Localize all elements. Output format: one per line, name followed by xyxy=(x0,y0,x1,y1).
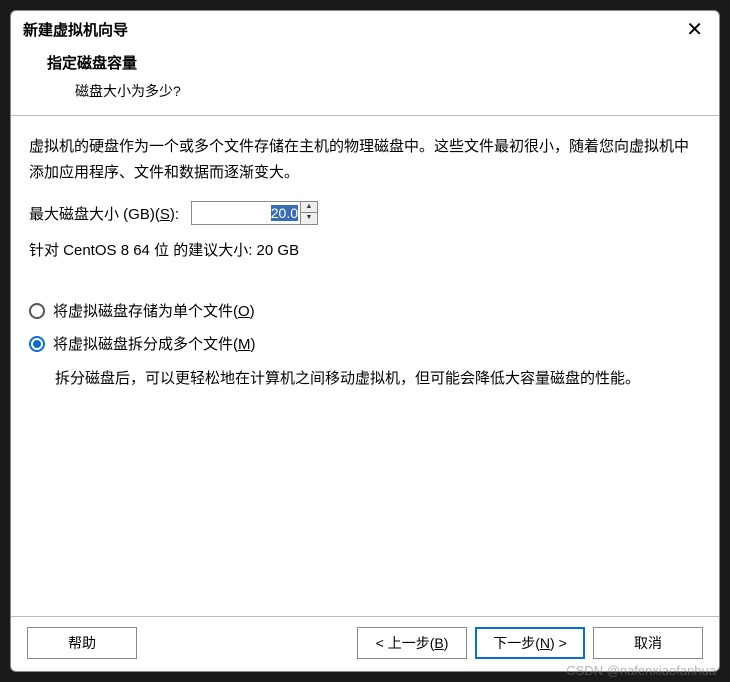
page-subtitle: 磁盘大小为多少? xyxy=(47,81,707,101)
max-disk-size-label: 最大磁盘大小 (GB)(S): xyxy=(29,203,179,224)
radio-icon xyxy=(29,336,45,352)
radio-split-files-label: 将虚拟磁盘拆分成多个文件(M) xyxy=(53,333,256,354)
description-text: 虚拟机的硬盘作为一个或多个文件存储在主机的物理磁盘中。这些文件最初很小，随着您向… xyxy=(29,134,701,185)
spinner-controls: ▲ ▼ xyxy=(300,202,317,224)
titlebar: 新建虚拟机向导 ✕ xyxy=(11,11,719,44)
wizard-window: 新建虚拟机向导 ✕ 指定磁盘容量 磁盘大小为多少? 虚拟机的硬盘作为一个或多个文… xyxy=(10,10,720,672)
disk-storage-radiogroup: 将虚拟磁盘存储为单个文件(O) 将虚拟磁盘拆分成多个文件(M) 拆分磁盘后，可以… xyxy=(29,300,701,392)
recommended-size-text: 针对 CentOS 8 64 位 的建议大小: 20 GB xyxy=(29,239,701,260)
next-button[interactable]: 下一步(N) > xyxy=(475,627,585,659)
spinner-up-icon[interactable]: ▲ xyxy=(301,202,317,213)
radio-icon xyxy=(29,303,45,319)
max-disk-size-row: 最大磁盘大小 (GB)(S): 20.0 ▲ ▼ xyxy=(29,201,701,225)
close-icon[interactable]: ✕ xyxy=(682,20,707,40)
disk-size-spinner[interactable]: 20.0 ▲ ▼ xyxy=(191,201,318,225)
content-area: 虚拟机的硬盘作为一个或多个文件存储在主机的物理磁盘中。这些文件最初很小，随着您向… xyxy=(11,116,719,616)
radio-split-files[interactable]: 将虚拟磁盘拆分成多个文件(M) xyxy=(29,333,701,354)
back-button[interactable]: < 上一步(B) xyxy=(357,627,467,659)
footer: 帮助 < 上一步(B) 下一步(N) > 取消 xyxy=(11,617,719,671)
spinner-down-icon[interactable]: ▼ xyxy=(301,213,317,224)
disk-size-input[interactable]: 20.0 xyxy=(192,202,300,224)
window-title: 新建虚拟机向导 xyxy=(23,19,128,40)
radio-single-file[interactable]: 将虚拟磁盘存储为单个文件(O) xyxy=(29,300,701,321)
wizard-header: 指定磁盘容量 磁盘大小为多少? xyxy=(11,44,719,115)
page-title: 指定磁盘容量 xyxy=(47,52,707,73)
split-files-description: 拆分磁盘后，可以更轻松地在计算机之间移动虚拟机，但可能会降低大容量磁盘的性能。 xyxy=(55,366,701,392)
cancel-button[interactable]: 取消 xyxy=(593,627,703,659)
radio-single-file-label: 将虚拟磁盘存储为单个文件(O) xyxy=(53,300,255,321)
help-button[interactable]: 帮助 xyxy=(27,627,137,659)
